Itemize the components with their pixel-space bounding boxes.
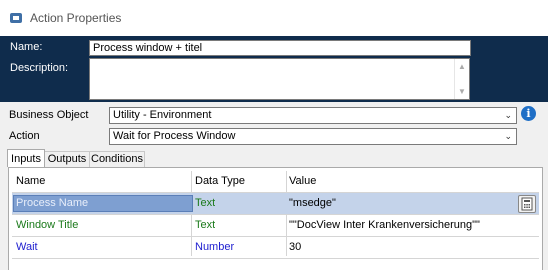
column-header-data-type[interactable]: Data Type	[195, 171, 245, 192]
action-value: Wait for Process Window	[113, 130, 236, 142]
inputs-grid: Name Data Type Value Process Name Text "…	[8, 167, 543, 270]
action-select[interactable]: Wait for Process Window ⌄	[109, 128, 517, 145]
business-object-select[interactable]: Utility - Environment ⌄	[109, 107, 517, 124]
calculator-icon[interactable]	[518, 195, 536, 213]
row-divider	[12, 258, 539, 259]
table-row[interactable]: Wait Number 30	[12, 237, 539, 258]
parameter-name-cell[interactable]: Wait	[16, 237, 38, 258]
parameter-value-cell[interactable]: 30	[289, 237, 301, 258]
tab-conditions[interactable]: Conditions	[89, 151, 145, 167]
description-label: Description:	[10, 62, 69, 74]
name-label: Name:	[10, 41, 43, 53]
title-bar: Action Properties	[0, 0, 548, 36]
business-object-label: Business Object	[9, 109, 89, 121]
table-row[interactable]: Process Name Text "msedge"	[12, 193, 539, 214]
parameter-type-cell: Text	[195, 197, 216, 209]
business-object-value: Utility - Environment	[113, 109, 212, 121]
tab-inputs[interactable]: Inputs	[7, 149, 45, 167]
chevron-down-icon[interactable]: ⌄	[504, 108, 512, 123]
column-header-name[interactable]: Name	[16, 171, 45, 192]
action-label: Action	[9, 130, 40, 142]
window-title: Action Properties	[30, 11, 122, 25]
table-row[interactable]: Window Title Text ""DocView Inter Kranke…	[12, 215, 539, 236]
properties-header: Name: Process window + titel Description…	[0, 36, 548, 102]
parameter-name-cell[interactable]: Process Name	[13, 195, 193, 212]
chevron-down-icon[interactable]: ⌄	[504, 129, 512, 144]
tab-outputs[interactable]: Outputs	[44, 151, 90, 167]
parameter-value-cell[interactable]: ""DocView Inter Krankenversicherung""	[289, 215, 480, 236]
parameter-type-cell: Text	[195, 219, 216, 231]
name-field[interactable]: Process window + titel	[89, 40, 471, 56]
description-scrollbar[interactable]: ▲ ▼	[454, 59, 469, 99]
scroll-up-icon[interactable]: ▲	[458, 62, 466, 71]
column-header-value[interactable]: Value	[289, 171, 316, 192]
scroll-down-icon[interactable]: ▼	[458, 87, 466, 96]
parameter-name-cell[interactable]: Window Title	[16, 215, 78, 236]
info-icon[interactable]: i	[521, 106, 536, 121]
description-field[interactable]: ▲ ▼	[89, 58, 470, 100]
action-icon	[10, 13, 22, 23]
parameter-type-cell: Number	[195, 241, 235, 253]
parameter-value-cell[interactable]: "msedge"	[289, 193, 336, 214]
